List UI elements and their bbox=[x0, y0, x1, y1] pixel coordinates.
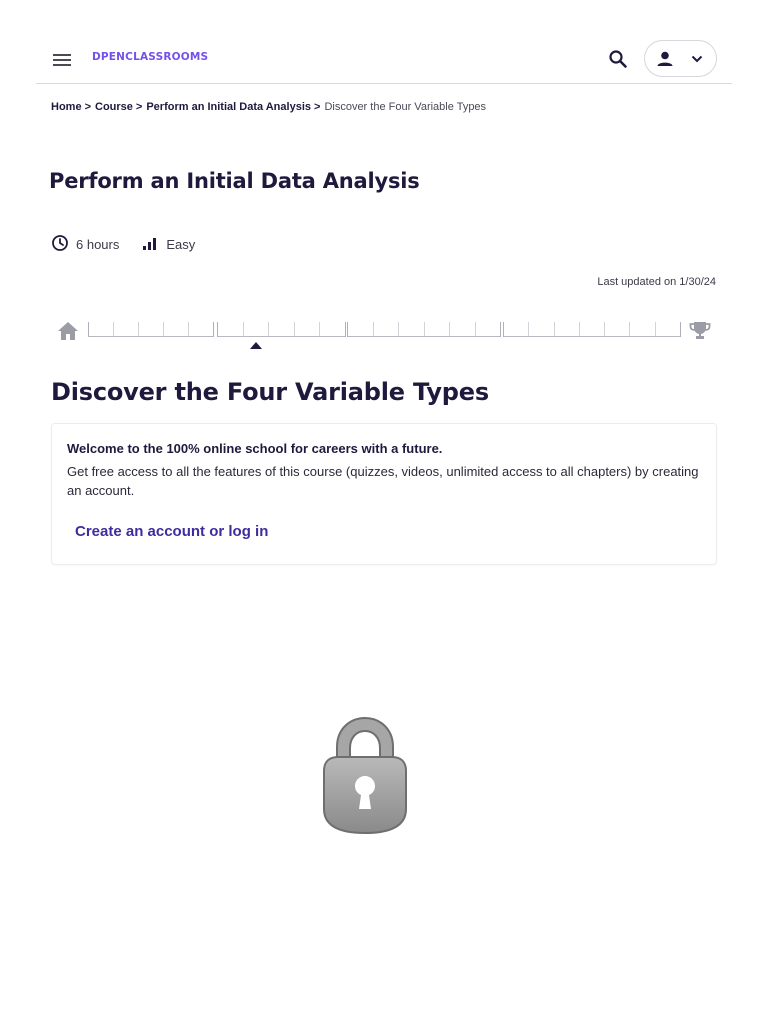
progress-part-line bbox=[217, 336, 345, 337]
user-menu-button[interactable] bbox=[644, 40, 717, 77]
signup-card-heading: Welcome to the 100% online school for ca… bbox=[67, 441, 443, 456]
signup-card-body: Get free access to all the features of t… bbox=[67, 464, 699, 498]
progress-chapter-tick[interactable] bbox=[268, 322, 269, 336]
site-header: DPENCLASSROOMS bbox=[36, 36, 732, 84]
progress-chapter-tick[interactable] bbox=[629, 322, 630, 336]
trophy-icon bbox=[688, 320, 712, 347]
progress-chapter-tick[interactable] bbox=[579, 322, 580, 336]
clock-icon bbox=[51, 234, 76, 255]
progress-chapter-tick[interactable] bbox=[554, 322, 555, 336]
current-position-marker bbox=[250, 342, 262, 349]
progress-part-line bbox=[347, 336, 500, 337]
progress-part-line bbox=[88, 336, 213, 337]
progress-chapter-tick[interactable] bbox=[243, 322, 244, 336]
progress-chapter-tick[interactable] bbox=[655, 322, 656, 336]
progress-chapter-tick[interactable] bbox=[188, 322, 189, 336]
chevron-down-icon bbox=[690, 52, 704, 66]
progress-chapter-tick[interactable] bbox=[604, 322, 605, 336]
progress-chapter-tick[interactable] bbox=[528, 322, 529, 336]
progress-chapter-tick[interactable] bbox=[294, 322, 295, 336]
course-difficulty: Easy bbox=[141, 234, 195, 255]
difficulty-text: Easy bbox=[166, 237, 196, 252]
duration-text: 6 hours bbox=[76, 237, 120, 252]
progress-chapter-tick[interactable] bbox=[398, 322, 399, 336]
signup-card: Welcome to the 100% online school for ca… bbox=[51, 423, 717, 565]
course-duration: 6 hours bbox=[51, 234, 119, 255]
progress-chapter-tick[interactable] bbox=[138, 322, 139, 336]
course-meta: 6 hours Easy bbox=[51, 234, 195, 255]
padlock-icon bbox=[318, 713, 412, 837]
home-icon[interactable] bbox=[56, 320, 80, 347]
progress-chapter-tick[interactable] bbox=[680, 322, 681, 337]
breadcrumb-separator: > bbox=[84, 101, 91, 113]
hamburger-icon[interactable] bbox=[50, 48, 74, 72]
progress-chapter-tick[interactable] bbox=[113, 322, 114, 336]
progress-chapter-tick[interactable] bbox=[347, 322, 348, 337]
progress-chapter-tick[interactable] bbox=[319, 322, 320, 336]
breadcrumb-course-title-link[interactable]: Perform an Initial Data Analysis bbox=[146, 101, 311, 113]
progress-chapter-tick[interactable] bbox=[213, 322, 214, 337]
progress-chapter-tick[interactable] bbox=[475, 322, 476, 336]
progress-chapter-tick[interactable] bbox=[500, 322, 501, 337]
progress-part-line bbox=[503, 336, 680, 337]
progress-chapter-tick[interactable] bbox=[424, 322, 425, 336]
signal-bars-icon bbox=[141, 234, 166, 255]
progress-chapter-tick[interactable] bbox=[345, 322, 346, 337]
last-updated: Last updated on 1/30/24 bbox=[597, 276, 716, 288]
breadcrumb: Home > Course > Perform an Initial Data … bbox=[51, 101, 486, 113]
course-title: Perform an Initial Data Analysis bbox=[49, 169, 420, 193]
breadcrumb-course-link[interactable]: Course bbox=[95, 101, 133, 113]
chapter-title: Discover the Four Variable Types bbox=[51, 378, 489, 406]
site-logo[interactable]: DPENCLASSROOMS bbox=[92, 51, 208, 63]
create-account-link[interactable]: Create an account or log in bbox=[75, 523, 268, 540]
progress-chapter-tick[interactable] bbox=[449, 322, 450, 336]
person-icon bbox=[655, 49, 675, 69]
progress-chapter-tick[interactable] bbox=[163, 322, 164, 336]
search-icon[interactable] bbox=[606, 47, 630, 71]
progress-chapter-tick[interactable] bbox=[373, 322, 374, 336]
breadcrumb-current: Discover the Four Variable Types bbox=[324, 101, 487, 113]
breadcrumb-separator: > bbox=[135, 101, 143, 113]
progress-chapter-tick[interactable] bbox=[217, 322, 218, 337]
breadcrumb-home-link[interactable]: Home bbox=[51, 101, 82, 113]
breadcrumb-separator: > bbox=[314, 101, 321, 113]
progress-chapter-tick[interactable] bbox=[503, 322, 504, 337]
course-progress-bar bbox=[56, 318, 716, 352]
progress-chapter-tick[interactable] bbox=[88, 322, 89, 337]
